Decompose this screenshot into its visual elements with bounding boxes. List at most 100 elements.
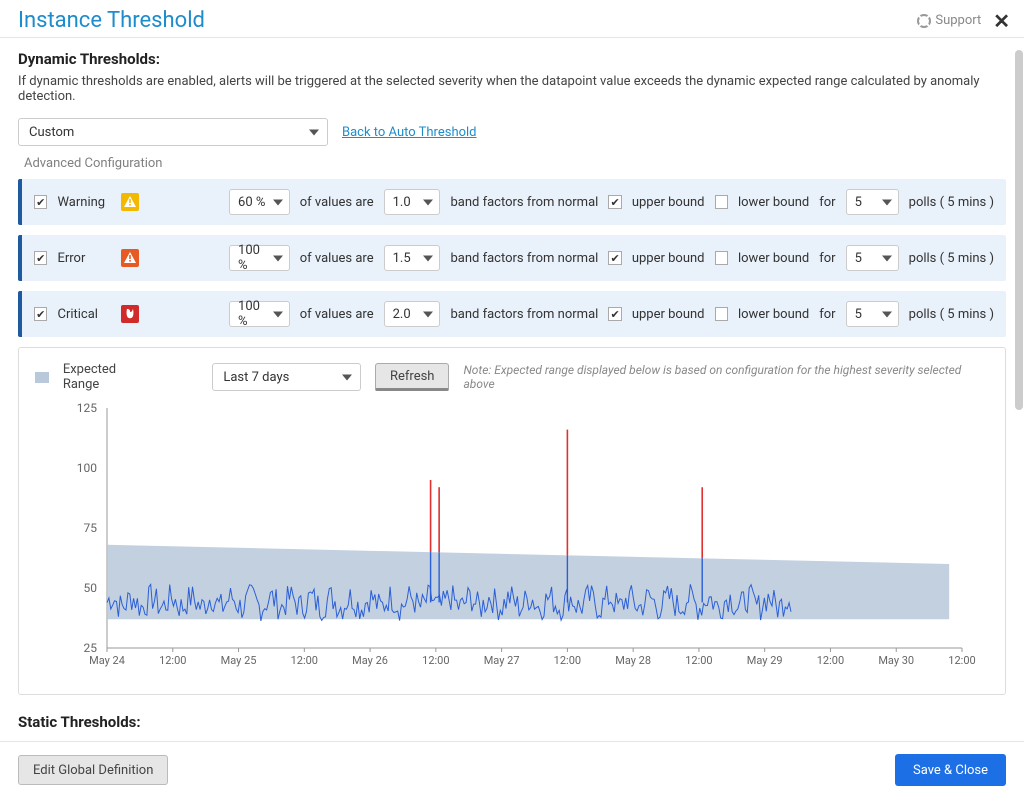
back-to-auto-link[interactable]: Back to Auto Threshold xyxy=(342,125,477,140)
critical-factor-value: 2.0 xyxy=(393,307,411,322)
chart-range-select[interactable]: Last 7 days xyxy=(212,363,361,391)
critical-polls-value: 5 xyxy=(855,307,862,322)
upper-bound-label: upper bound xyxy=(632,195,705,210)
for-label: for xyxy=(819,195,835,210)
warning-label: Warning xyxy=(57,195,111,210)
svg-text:May 26: May 26 xyxy=(352,654,388,667)
svg-text:50: 50 xyxy=(84,581,98,595)
chevron-down-icon xyxy=(273,195,283,210)
svg-text:12:00: 12:00 xyxy=(948,654,975,667)
polls-suffix-label: polls ( 5 mins ) xyxy=(909,251,994,266)
threshold-row-error: Error 100 % of values are 1.5 band facto… xyxy=(18,235,1006,281)
of-values-label: of values are xyxy=(300,307,374,322)
svg-text:May 27: May 27 xyxy=(484,654,520,667)
chart-plot: 255075100125May 2412:00May 2512:00May 26… xyxy=(35,398,989,678)
chevron-down-icon xyxy=(882,307,892,322)
threshold-row-warning: Warning 60 % of values are 1.0 band fact… xyxy=(18,179,1006,225)
error-enable-checkbox[interactable] xyxy=(34,251,47,265)
critical-enable-checkbox[interactable] xyxy=(34,307,47,321)
page-title: Instance Threshold xyxy=(18,8,917,33)
warning-lower-checkbox[interactable] xyxy=(715,195,728,209)
svg-text:May 29: May 29 xyxy=(747,654,783,667)
chevron-down-icon xyxy=(423,195,433,210)
svg-text:12:00: 12:00 xyxy=(685,654,712,667)
chevron-down-icon xyxy=(273,307,283,322)
edit-global-button[interactable]: Edit Global Definition xyxy=(18,755,168,785)
svg-text:125: 125 xyxy=(77,401,97,415)
svg-text:100: 100 xyxy=(77,461,97,475)
refresh-button[interactable]: Refresh xyxy=(375,363,449,391)
band-factors-label: band factors from normal xyxy=(450,195,598,210)
legend-label: Expected Range xyxy=(63,362,155,392)
dynamic-heading: Dynamic Thresholds: xyxy=(18,50,1006,68)
svg-text:12:00: 12:00 xyxy=(159,654,186,667)
svg-text:12:00: 12:00 xyxy=(422,654,449,667)
polls-suffix-label: polls ( 5 mins ) xyxy=(909,307,994,322)
threshold-mode-select[interactable]: Custom xyxy=(18,118,328,146)
warning-upper-checkbox[interactable] xyxy=(608,195,621,209)
error-percent-value: 100 % xyxy=(238,243,267,273)
warning-icon xyxy=(121,193,139,211)
error-factor-value: 1.5 xyxy=(393,251,411,266)
of-values-label: of values are xyxy=(300,251,374,266)
chevron-down-icon xyxy=(423,251,433,266)
legend-swatch xyxy=(35,372,49,383)
critical-icon xyxy=(121,305,139,323)
critical-lower-checkbox[interactable] xyxy=(715,307,728,321)
chevron-down-icon xyxy=(342,370,352,385)
critical-upper-checkbox[interactable] xyxy=(608,307,621,321)
warning-polls-select[interactable]: 5 xyxy=(846,189,899,215)
chevron-down-icon xyxy=(273,251,283,266)
chevron-down-icon xyxy=(882,195,892,210)
warning-factor-value: 1.0 xyxy=(393,195,411,210)
for-label: for xyxy=(819,307,835,322)
threshold-mode-value: Custom xyxy=(29,125,74,140)
error-percent-select[interactable]: 100 % xyxy=(229,245,290,271)
warning-percent-value: 60 % xyxy=(238,195,265,210)
warning-polls-value: 5 xyxy=(855,195,862,210)
error-polls-select[interactable]: 5 xyxy=(846,245,899,271)
chevron-down-icon xyxy=(882,251,892,266)
error-lower-checkbox[interactable] xyxy=(715,251,728,265)
error-label: Error xyxy=(57,251,111,266)
warning-percent-select[interactable]: 60 % xyxy=(229,189,290,215)
svg-text:May 24: May 24 xyxy=(89,654,125,667)
critical-percent-value: 100 % xyxy=(238,299,267,329)
threshold-row-critical: Critical 100 % of values are 2.0 band fa… xyxy=(18,291,1006,337)
upper-bound-label: upper bound xyxy=(632,307,705,322)
lower-bound-label: lower bound xyxy=(738,307,809,322)
svg-text:May 30: May 30 xyxy=(878,654,914,667)
critical-polls-select[interactable]: 5 xyxy=(846,301,899,327)
vertical-scrollbar[interactable] xyxy=(1015,50,1023,410)
error-upper-checkbox[interactable] xyxy=(608,251,621,265)
critical-factor-select[interactable]: 2.0 xyxy=(384,301,441,327)
advanced-configuration-label: Advanced Configuration xyxy=(24,156,1006,171)
upper-bound-label: upper bound xyxy=(632,251,705,266)
svg-text:12:00: 12:00 xyxy=(817,654,844,667)
error-icon xyxy=(121,249,139,267)
lower-bound-label: lower bound xyxy=(738,251,809,266)
chart-note: Note: Expected range displayed below is … xyxy=(463,363,989,391)
band-factors-label: band factors from normal xyxy=(450,307,598,322)
support-label: Support xyxy=(935,13,981,28)
warning-factor-select[interactable]: 1.0 xyxy=(384,189,441,215)
svg-text:12:00: 12:00 xyxy=(554,654,581,667)
chevron-down-icon xyxy=(309,125,319,140)
support-link[interactable]: Support xyxy=(917,13,981,28)
svg-text:75: 75 xyxy=(84,521,98,535)
error-factor-select[interactable]: 1.5 xyxy=(384,245,441,271)
warning-enable-checkbox[interactable] xyxy=(34,195,47,209)
critical-label: Critical xyxy=(57,307,111,322)
chart-range-value: Last 7 days xyxy=(223,370,289,385)
lower-bound-label: lower bound xyxy=(738,195,809,210)
close-button[interactable]: ✕ xyxy=(993,9,1010,33)
static-heading: Static Thresholds: xyxy=(18,713,1006,731)
error-polls-value: 5 xyxy=(855,251,862,266)
polls-suffix-label: polls ( 5 mins ) xyxy=(909,195,994,210)
svg-text:May 28: May 28 xyxy=(615,654,651,667)
of-values-label: of values are xyxy=(300,195,374,210)
support-icon xyxy=(917,14,931,28)
save-close-button[interactable]: Save & Close xyxy=(895,754,1006,786)
critical-percent-select[interactable]: 100 % xyxy=(229,301,290,327)
chart-container: Expected Range Last 7 days Refresh Note:… xyxy=(18,347,1006,695)
